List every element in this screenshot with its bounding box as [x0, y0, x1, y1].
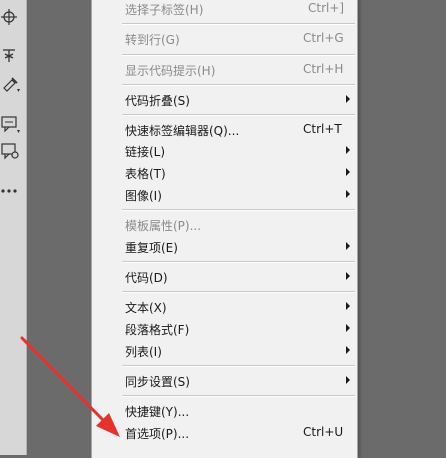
- annotation-arrow: [20, 336, 120, 437]
